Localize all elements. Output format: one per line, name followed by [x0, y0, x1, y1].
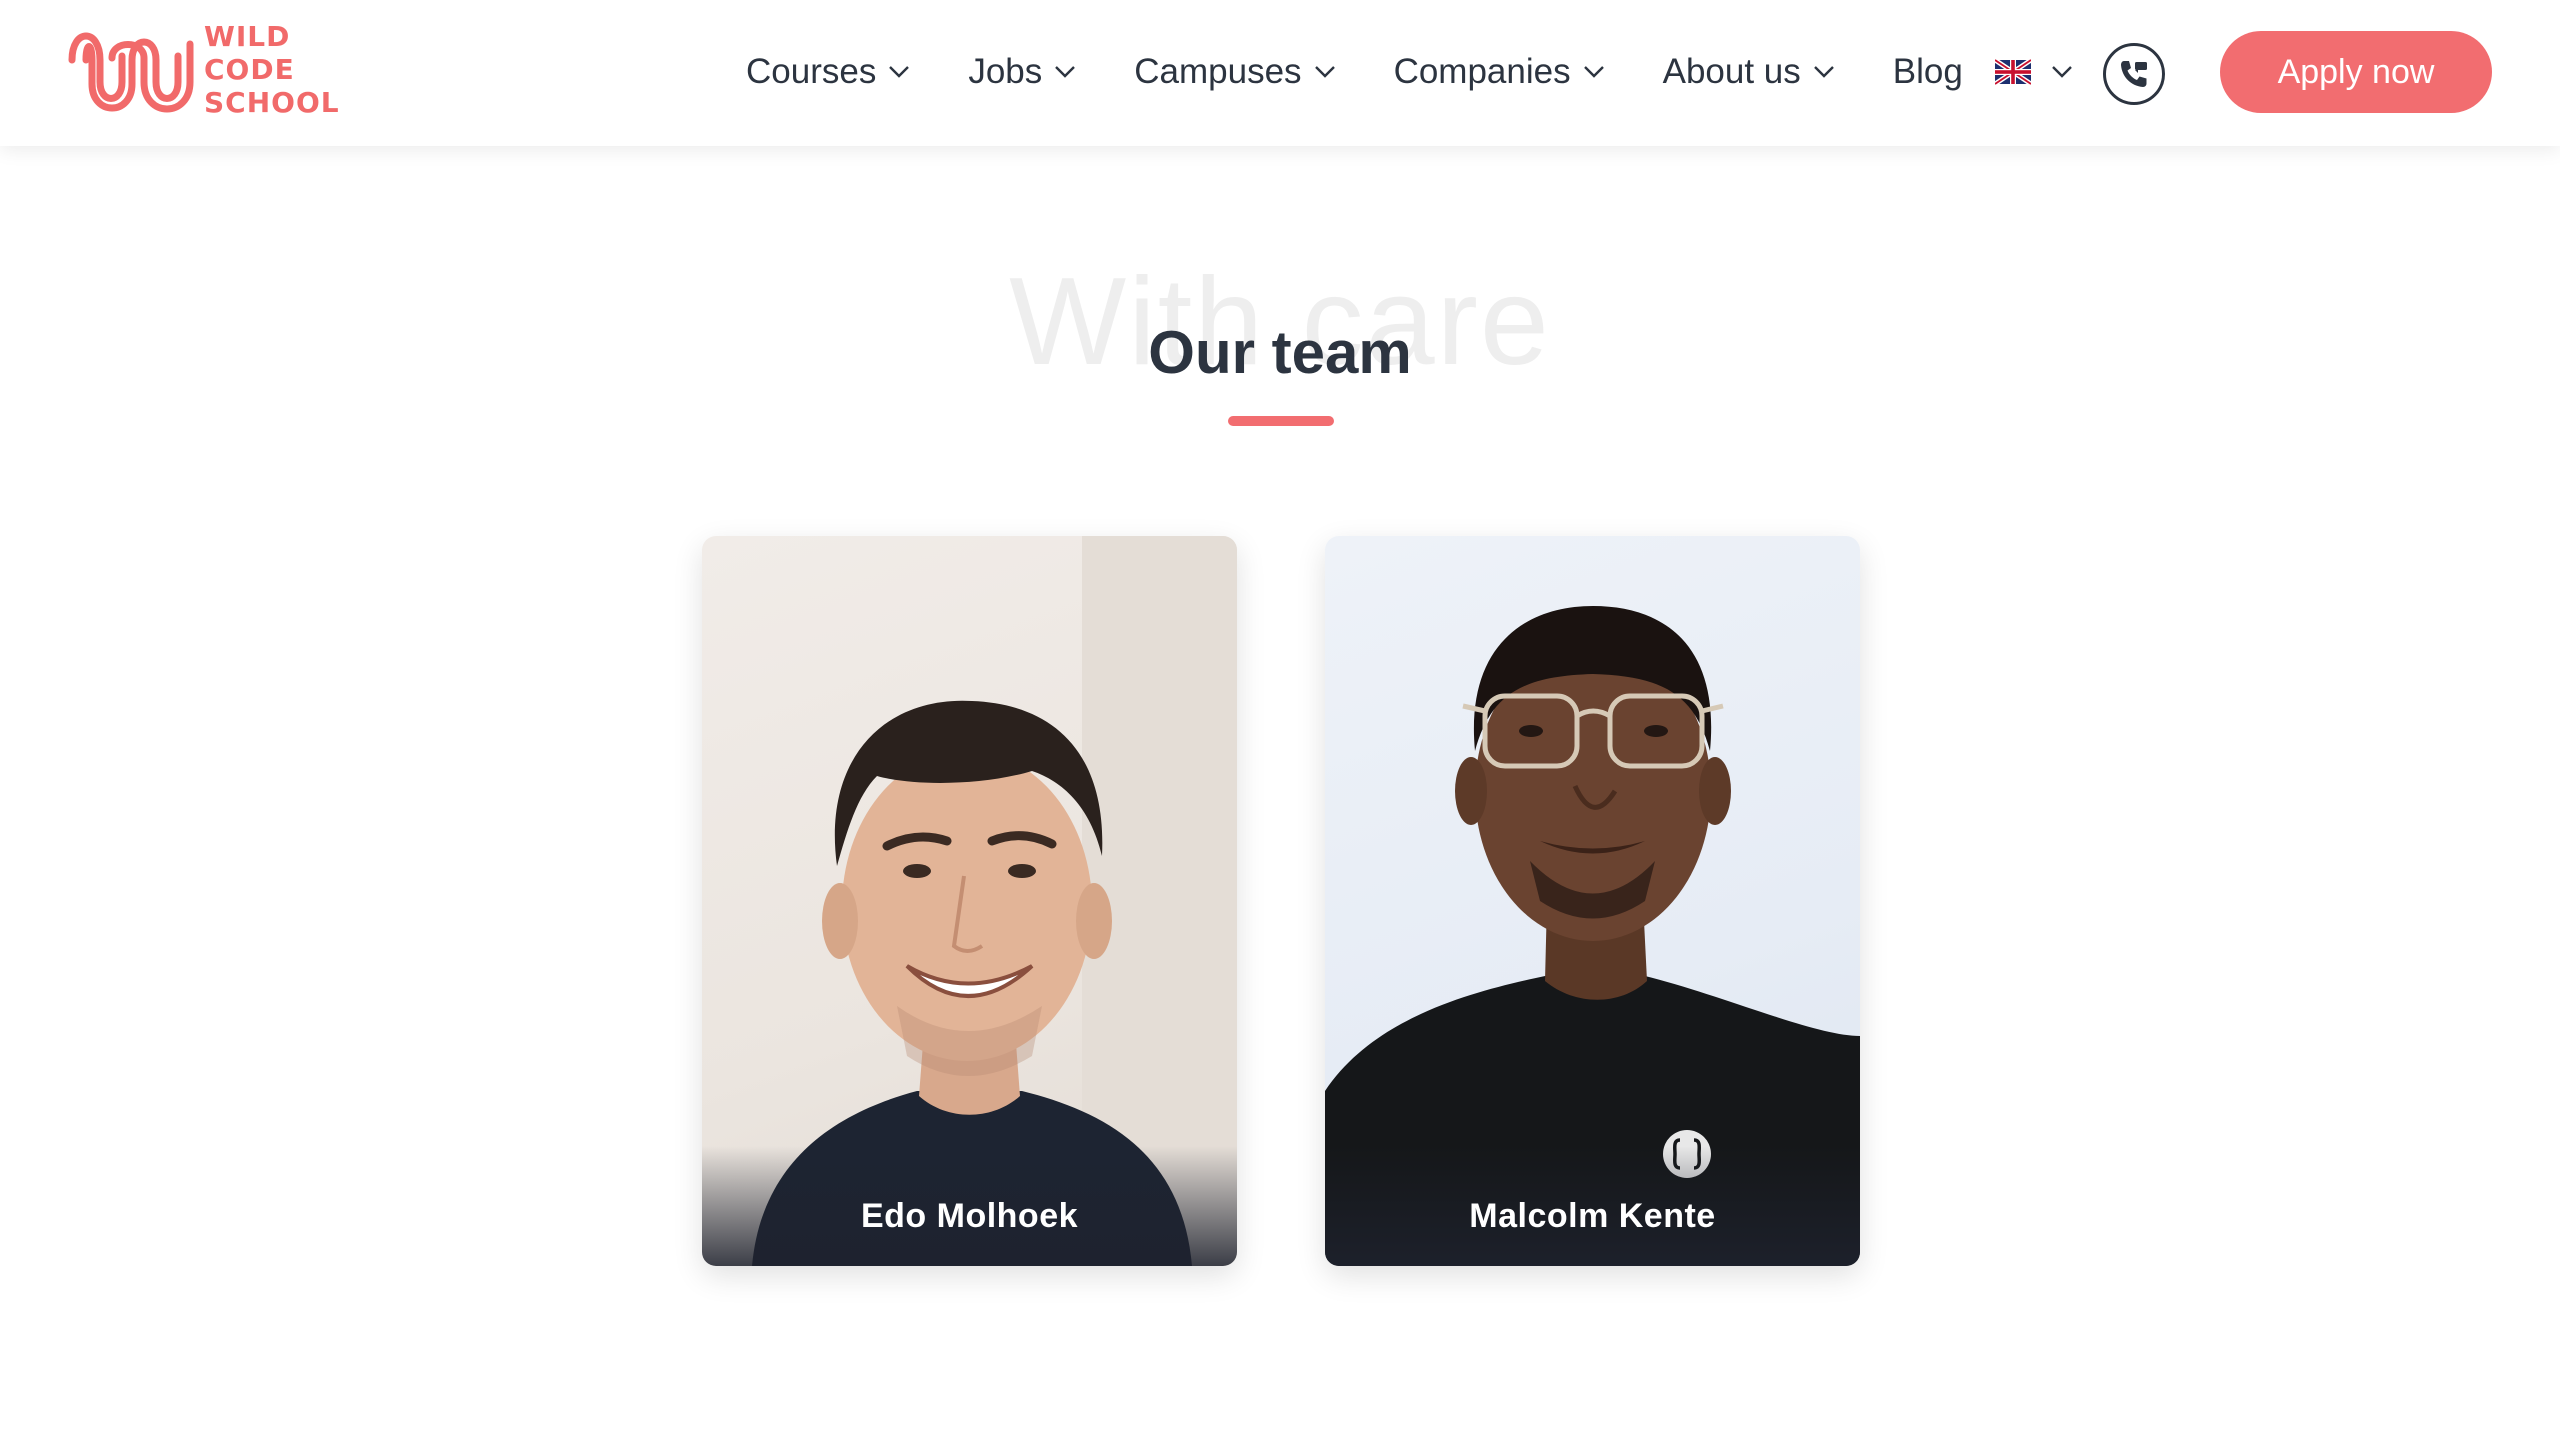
nav-item-label: Blog	[1892, 52, 1963, 91]
site-header: WILD CODE SCHOOL Courses Jobs Campuses C…	[0, 0, 2560, 146]
wild-code-school-logo[interactable]: WILD CODE SCHOOL	[66, 20, 356, 120]
team-member-card[interactable]: Malcolm Kente	[1325, 536, 1860, 1266]
nav-item-about-us[interactable]: About us	[1663, 52, 1835, 92]
nav-item-label: Campuses	[1134, 52, 1302, 91]
nav-item-label: Jobs	[968, 52, 1043, 91]
language-selector[interactable]	[1994, 59, 2073, 85]
phone-icon	[2121, 61, 2147, 87]
uk-flag-icon	[1994, 59, 2031, 85]
phone-button[interactable]	[2103, 43, 2165, 105]
apply-now-button[interactable]: Apply now	[2220, 31, 2492, 113]
logo-wordmark: WILD CODE SCHOOL	[204, 20, 340, 119]
team-member-card[interactable]: Edo Molhoek	[702, 536, 1237, 1266]
section-title: Our team	[1148, 319, 1412, 386]
nav-item-companies[interactable]: Companies	[1394, 52, 1605, 92]
nav-item-campuses[interactable]: Campuses	[1134, 52, 1335, 92]
chevron-down-icon	[2051, 66, 2072, 78]
main-nav: Courses Jobs Campuses Companies About us…	[746, 44, 2131, 100]
logo-line-3: SCHOOL	[204, 86, 340, 119]
chevron-down-icon	[1583, 66, 1604, 78]
nav-item-courses[interactable]: Courses	[746, 52, 910, 92]
logo-line-2: CODE	[204, 53, 295, 86]
team-member-name: Malcolm Kente	[1469, 1197, 1716, 1235]
chevron-down-icon	[889, 66, 910, 78]
chevron-down-icon	[1813, 66, 1834, 78]
nav-item-jobs[interactable]: Jobs	[968, 52, 1076, 92]
nav-item-label: About us	[1662, 52, 1801, 91]
logo-line-1: WILD	[204, 20, 291, 53]
nav-item-label: Courses	[746, 52, 877, 91]
nav-item-blog[interactable]: Blog	[1893, 52, 1963, 92]
logo-icon	[68, 32, 194, 113]
nav-item-label: Companies	[1393, 52, 1571, 91]
title-underline	[1228, 416, 1334, 426]
chevron-down-icon	[1055, 66, 1076, 78]
chevron-down-icon	[1314, 66, 1335, 78]
team-member-name: Edo Molhoek	[860, 1197, 1079, 1235]
